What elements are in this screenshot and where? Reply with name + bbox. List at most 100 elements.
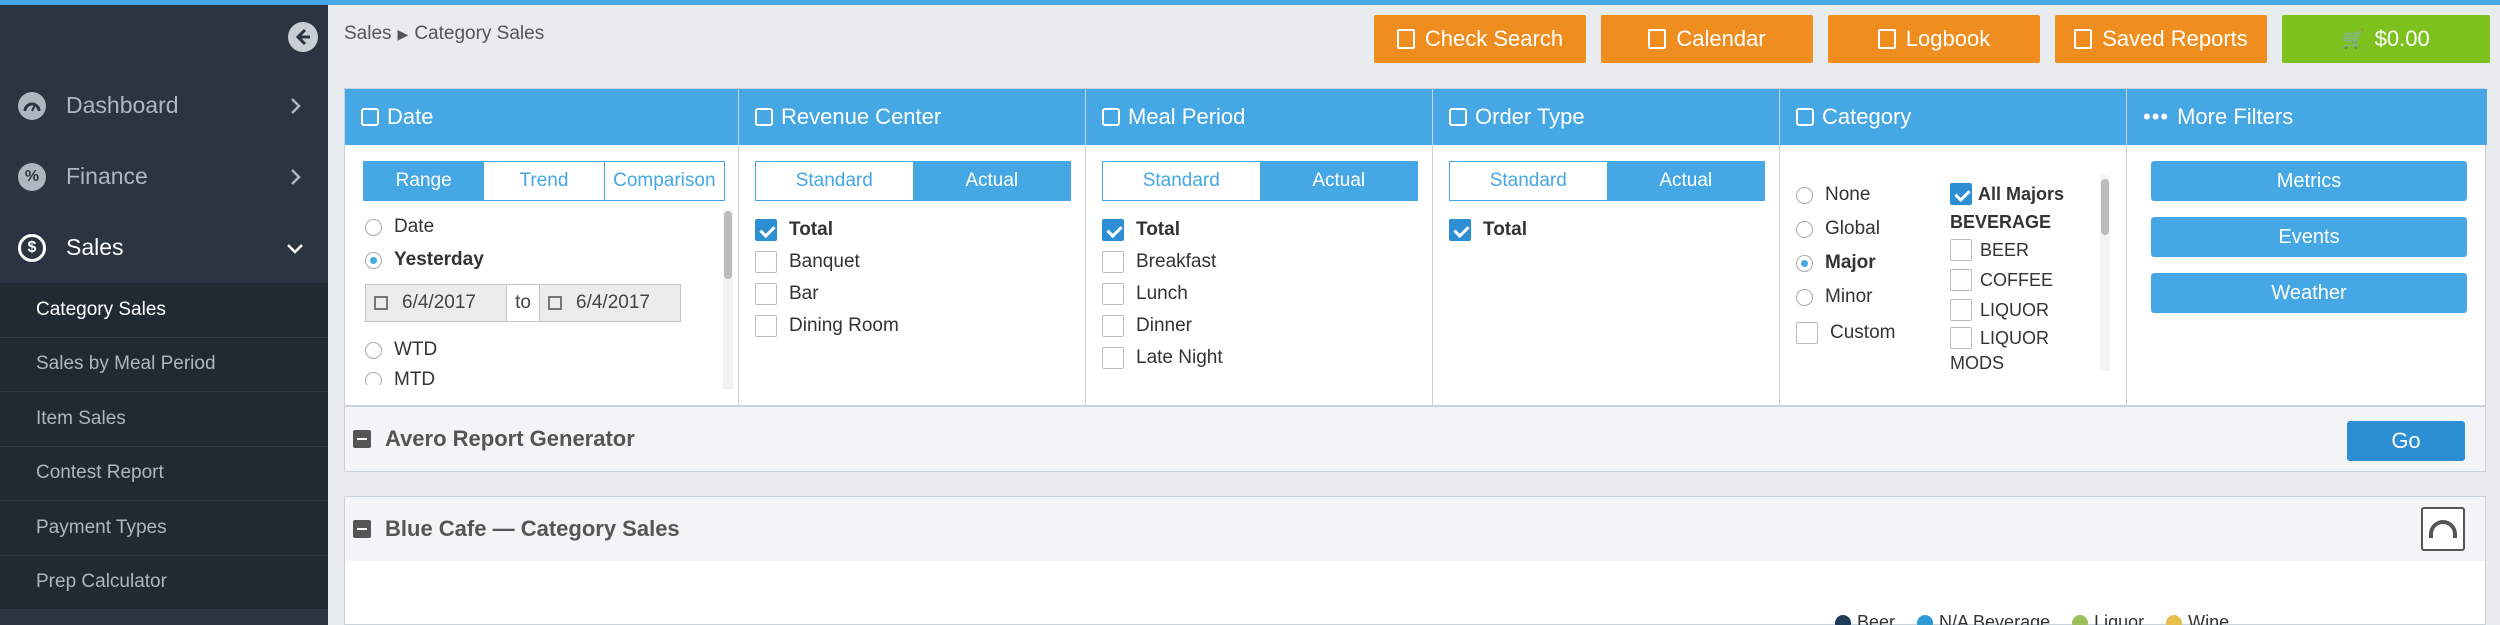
checkbox[interactable] [755,251,777,273]
checkbox[interactable] [1950,299,1972,321]
revenue-center-banquet[interactable]: Banquet [755,251,860,273]
radio-button[interactable] [1796,220,1813,238]
date-mode-trend[interactable]: Trend [484,162,605,200]
sidebar-item-sales[interactable]: $ Sales [0,212,328,283]
cart-button[interactable]: 🛒 $0.00 [2282,15,2490,63]
go-button[interactable]: Go [2347,421,2465,461]
collapse-minus-icon[interactable] [353,520,371,538]
checkbox[interactable] [1102,347,1124,369]
sidebar-subitem-item-sales[interactable]: Item Sales [0,392,328,447]
more-filters-header: ••• More Filters [2127,89,2487,145]
legend-item-beer[interactable]: Beer [1835,612,1895,625]
category-scrollbar[interactable] [2100,175,2110,371]
revenue-center-mode-standard[interactable]: Standard [756,162,914,200]
category-level-none[interactable]: None [1796,184,1870,206]
checkbox[interactable] [1950,239,1972,261]
calendar-button[interactable]: Calendar [1601,15,1813,63]
sidebar-subitem-category-sales[interactable]: Category Sales [0,283,328,338]
date-option-date[interactable]: Date [365,216,434,238]
cube-icon [1449,108,1467,126]
logbook-button[interactable]: Logbook [1828,15,2040,63]
date-option-mtd[interactable]: MTD [365,369,435,385]
breadcrumb-parent[interactable]: Sales [344,23,392,45]
order-type-mode-actual[interactable]: Actual [1607,162,1764,200]
scroll-thumb[interactable] [724,211,732,279]
radio-button[interactable] [365,371,382,385]
checkbox-checked[interactable] [755,219,777,241]
sidebar-item-dashboard[interactable]: Dashboard [0,70,328,141]
revenue-center-mode-actual[interactable]: Actual [913,162,1070,200]
option-label: BEER [1980,239,2030,260]
checkbox[interactable] [1102,251,1124,273]
date-mode-range[interactable]: Range [364,162,485,200]
radio-button[interactable] [1796,288,1813,306]
order-type-mode-standard[interactable]: Standard [1450,162,1608,200]
checkbox[interactable] [1950,327,1972,349]
meal-period-dinner[interactable]: Dinner [1102,315,1192,337]
collapse-sidebar-icon[interactable] [288,22,318,52]
checkbox[interactable] [1102,315,1124,337]
sidebar-subitem-contest-report[interactable]: Contest Report [0,447,328,501]
category-level-major[interactable]: Major [1796,252,1876,274]
checkbox[interactable] [755,315,777,337]
revenue-center-dining-room[interactable]: Dining Room [755,315,899,337]
checkbox[interactable] [1102,283,1124,305]
category-all-majors[interactable]: All Majors [1950,183,2064,205]
date-option-wtd[interactable]: WTD [365,339,437,361]
date-option-yesterday[interactable]: Yesterday [365,249,484,271]
radio-button[interactable] [365,341,382,359]
order-type-total[interactable]: Total [1449,219,1527,241]
date-mode-comparison[interactable]: Comparison [604,162,724,200]
sidebar-subitem-payment-types[interactable]: Payment Types [0,501,328,556]
revenue-center-total[interactable]: Total [755,219,833,241]
category-item-liquor-mods[interactable]: LIQUOR [1950,327,2049,349]
legend-dot [1835,614,1851,625]
scroll-thumb[interactable] [2101,179,2109,235]
checkbox-checked[interactable] [1950,183,1972,205]
checkbox-checked[interactable] [1449,219,1471,241]
meal-period-lunch[interactable]: Lunch [1102,283,1188,305]
saved-reports-button[interactable]: Saved Reports [2055,15,2267,63]
legend-dot [2072,614,2089,625]
radio-button[interactable] [1796,186,1813,204]
meal-period-mode-standard[interactable]: Standard [1103,162,1261,200]
checkbox[interactable] [1796,322,1818,344]
collapse-minus-icon[interactable] [353,430,371,448]
category-item-liquor[interactable]: LIQUOR [1950,299,2049,321]
date-filter: Date Range Trend Comparison Date Yesterd… [345,89,739,407]
radio-button-selected[interactable] [365,251,382,269]
category-item-beer[interactable]: BEER [1950,239,2029,261]
category-level-global[interactable]: Global [1796,218,1880,240]
checkbox[interactable] [1950,269,1972,291]
metrics-button[interactable]: Metrics [2151,161,2467,201]
date-from-input[interactable]: 6/4/2017 [402,292,506,314]
calendar-icon [361,108,379,126]
legend-item-wine[interactable]: Wine [2166,612,2229,625]
radio-button-selected[interactable] [1796,254,1813,272]
meal-period-mode-actual[interactable]: Actual [1260,162,1417,200]
category-item-coffee[interactable]: COFFEE [1950,269,2053,291]
legend-item-na-beverage[interactable]: N/A Beverage [1917,612,2050,625]
category-level-minor[interactable]: Minor [1796,286,1873,308]
meal-period-total[interactable]: Total [1102,219,1180,241]
dashboard-gauge-button[interactable] [2421,507,2465,551]
checkbox[interactable] [755,283,777,305]
sidebar-item-label: Dashboard [66,92,179,118]
sidebar-subitem-prep-calculator[interactable]: Prep Calculator [0,556,328,610]
chevron-right-icon [291,168,301,185]
checkbox-checked[interactable] [1102,219,1124,241]
sidebar-item-finance[interactable]: % Finance [0,141,328,212]
date-scrollbar[interactable] [723,209,733,389]
option-label: Breakfast [1136,251,1217,272]
check-search-button[interactable]: Check Search [1374,15,1586,63]
radio-button[interactable] [365,218,382,236]
legend-item-liquor[interactable]: Liquor [2072,612,2144,625]
weather-button[interactable]: Weather [2151,273,2467,313]
meal-period-breakfast[interactable]: Breakfast [1102,251,1216,273]
revenue-center-bar[interactable]: Bar [755,283,819,305]
category-level-custom[interactable]: Custom [1796,322,1895,344]
meal-period-late-night[interactable]: Late Night [1102,347,1223,369]
events-button[interactable]: Events [2151,217,2467,257]
date-to-input[interactable]: 6/4/2017 [576,292,680,314]
sidebar-subitem-sales-by-meal-period[interactable]: Sales by Meal Period [0,338,328,392]
